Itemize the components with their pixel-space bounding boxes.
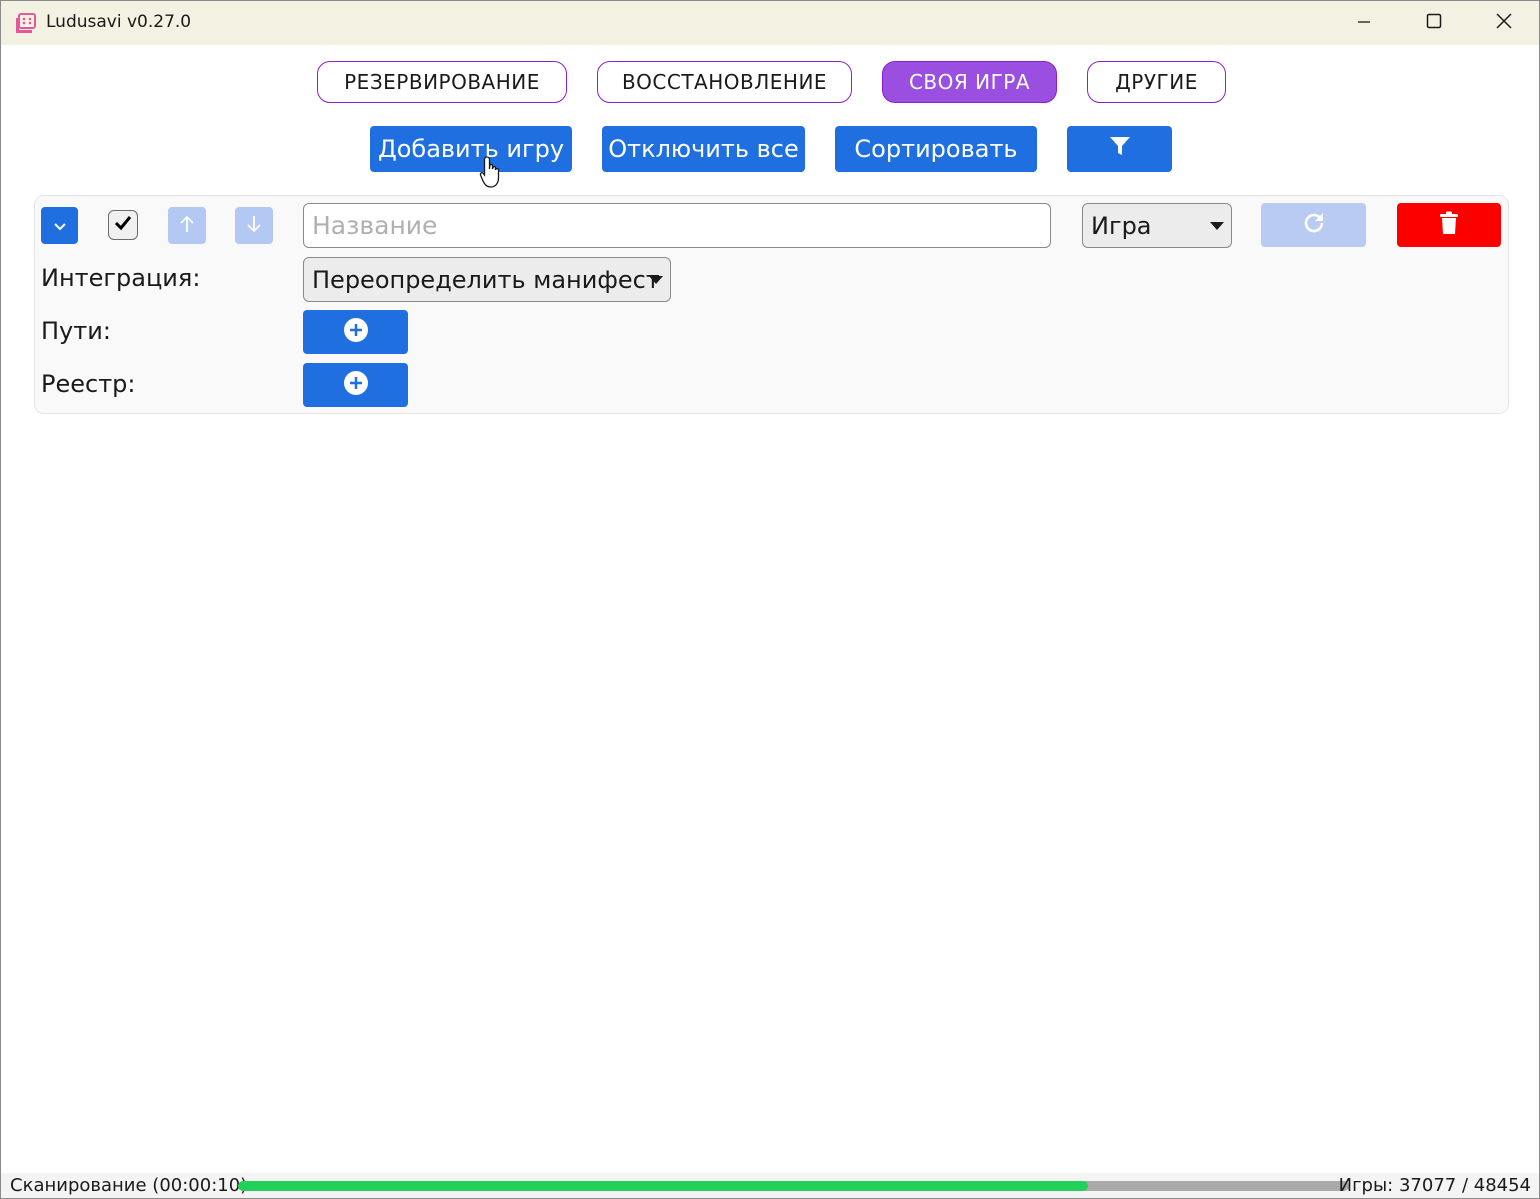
- add-path-button[interactable]: [303, 310, 408, 354]
- games-count: Игры: 37077 / 48454: [1338, 1175, 1531, 1196]
- move-up-button[interactable]: [168, 207, 206, 244]
- scan-progress-fill: [238, 1181, 1088, 1191]
- enable-game-checkbox[interactable]: [108, 210, 138, 240]
- scan-time: (00:00:10): [152, 1175, 248, 1196]
- filter-button[interactable]: [1067, 126, 1172, 172]
- scan-text: Сканирование: [10, 1175, 147, 1196]
- refresh-button[interactable]: [1261, 203, 1366, 247]
- collapse-button[interactable]: [41, 207, 78, 244]
- add-game-button[interactable]: Добавить игру: [370, 126, 572, 172]
- maximize-button[interactable]: [1399, 1, 1469, 45]
- filter-icon: [1109, 135, 1131, 163]
- refresh-icon: [1302, 211, 1326, 239]
- plus-circle-icon: [343, 317, 369, 347]
- disable-all-button[interactable]: Отключить все: [602, 126, 805, 172]
- ludusavi-app-icon: [15, 12, 37, 34]
- game-kind-value: Игра: [1091, 211, 1152, 240]
- tab-backup[interactable]: РЕЗЕРВИРОВАНИЕ: [317, 61, 567, 103]
- delete-game-button[interactable]: [1397, 203, 1501, 247]
- status-bar: Сканирование (00:00:10) Игры: 37077 / 48…: [1, 1173, 1539, 1198]
- integration-value: Переопределить манифест: [312, 265, 660, 294]
- arrow-up-icon: [180, 215, 194, 237]
- integration-select[interactable]: Переопределить манифест: [303, 257, 671, 302]
- registry-label: Реестр:: [41, 370, 136, 398]
- close-button[interactable]: [1469, 1, 1539, 45]
- minimize-button[interactable]: [1329, 1, 1399, 45]
- sort-button[interactable]: Сортировать: [835, 126, 1037, 172]
- caret-down-icon: [1210, 222, 1224, 230]
- tab-other[interactable]: ДРУГИЕ: [1087, 61, 1226, 103]
- game-kind-select[interactable]: Игра: [1082, 203, 1232, 248]
- app-window: Ludusavi v0.27.0 РЕЗЕРВИРОВАНИЕ ВОССТАНО…: [0, 0, 1540, 1199]
- checkmark-icon: [114, 215, 132, 235]
- scan-status: Сканирование (00:00:10): [10, 1175, 247, 1196]
- maximize-icon: [1426, 13, 1442, 33]
- scan-progress-bar: [238, 1181, 1349, 1191]
- integration-label: Интеграция:: [41, 264, 201, 292]
- title-bar[interactable]: Ludusavi v0.27.0: [1, 1, 1539, 45]
- add-registry-button[interactable]: [303, 363, 408, 407]
- chevron-down-icon: [53, 216, 66, 235]
- arrow-down-icon: [247, 215, 261, 237]
- tab-restore[interactable]: ВОССТАНОВЛЕНИЕ: [597, 61, 852, 103]
- hand-cursor-icon: [479, 155, 505, 189]
- trash-icon: [1439, 211, 1459, 239]
- move-down-button[interactable]: [235, 207, 273, 244]
- game-name-input[interactable]: [303, 203, 1051, 248]
- close-icon: [1496, 13, 1512, 33]
- caret-down-icon: [649, 276, 663, 284]
- minimize-icon: [1357, 14, 1371, 33]
- tab-custom-games[interactable]: СВОЯ ИГРА: [882, 61, 1057, 103]
- window-title: Ludusavi v0.27.0: [46, 12, 192, 32]
- plus-circle-icon: [343, 370, 369, 400]
- paths-label: Пути:: [41, 317, 111, 345]
